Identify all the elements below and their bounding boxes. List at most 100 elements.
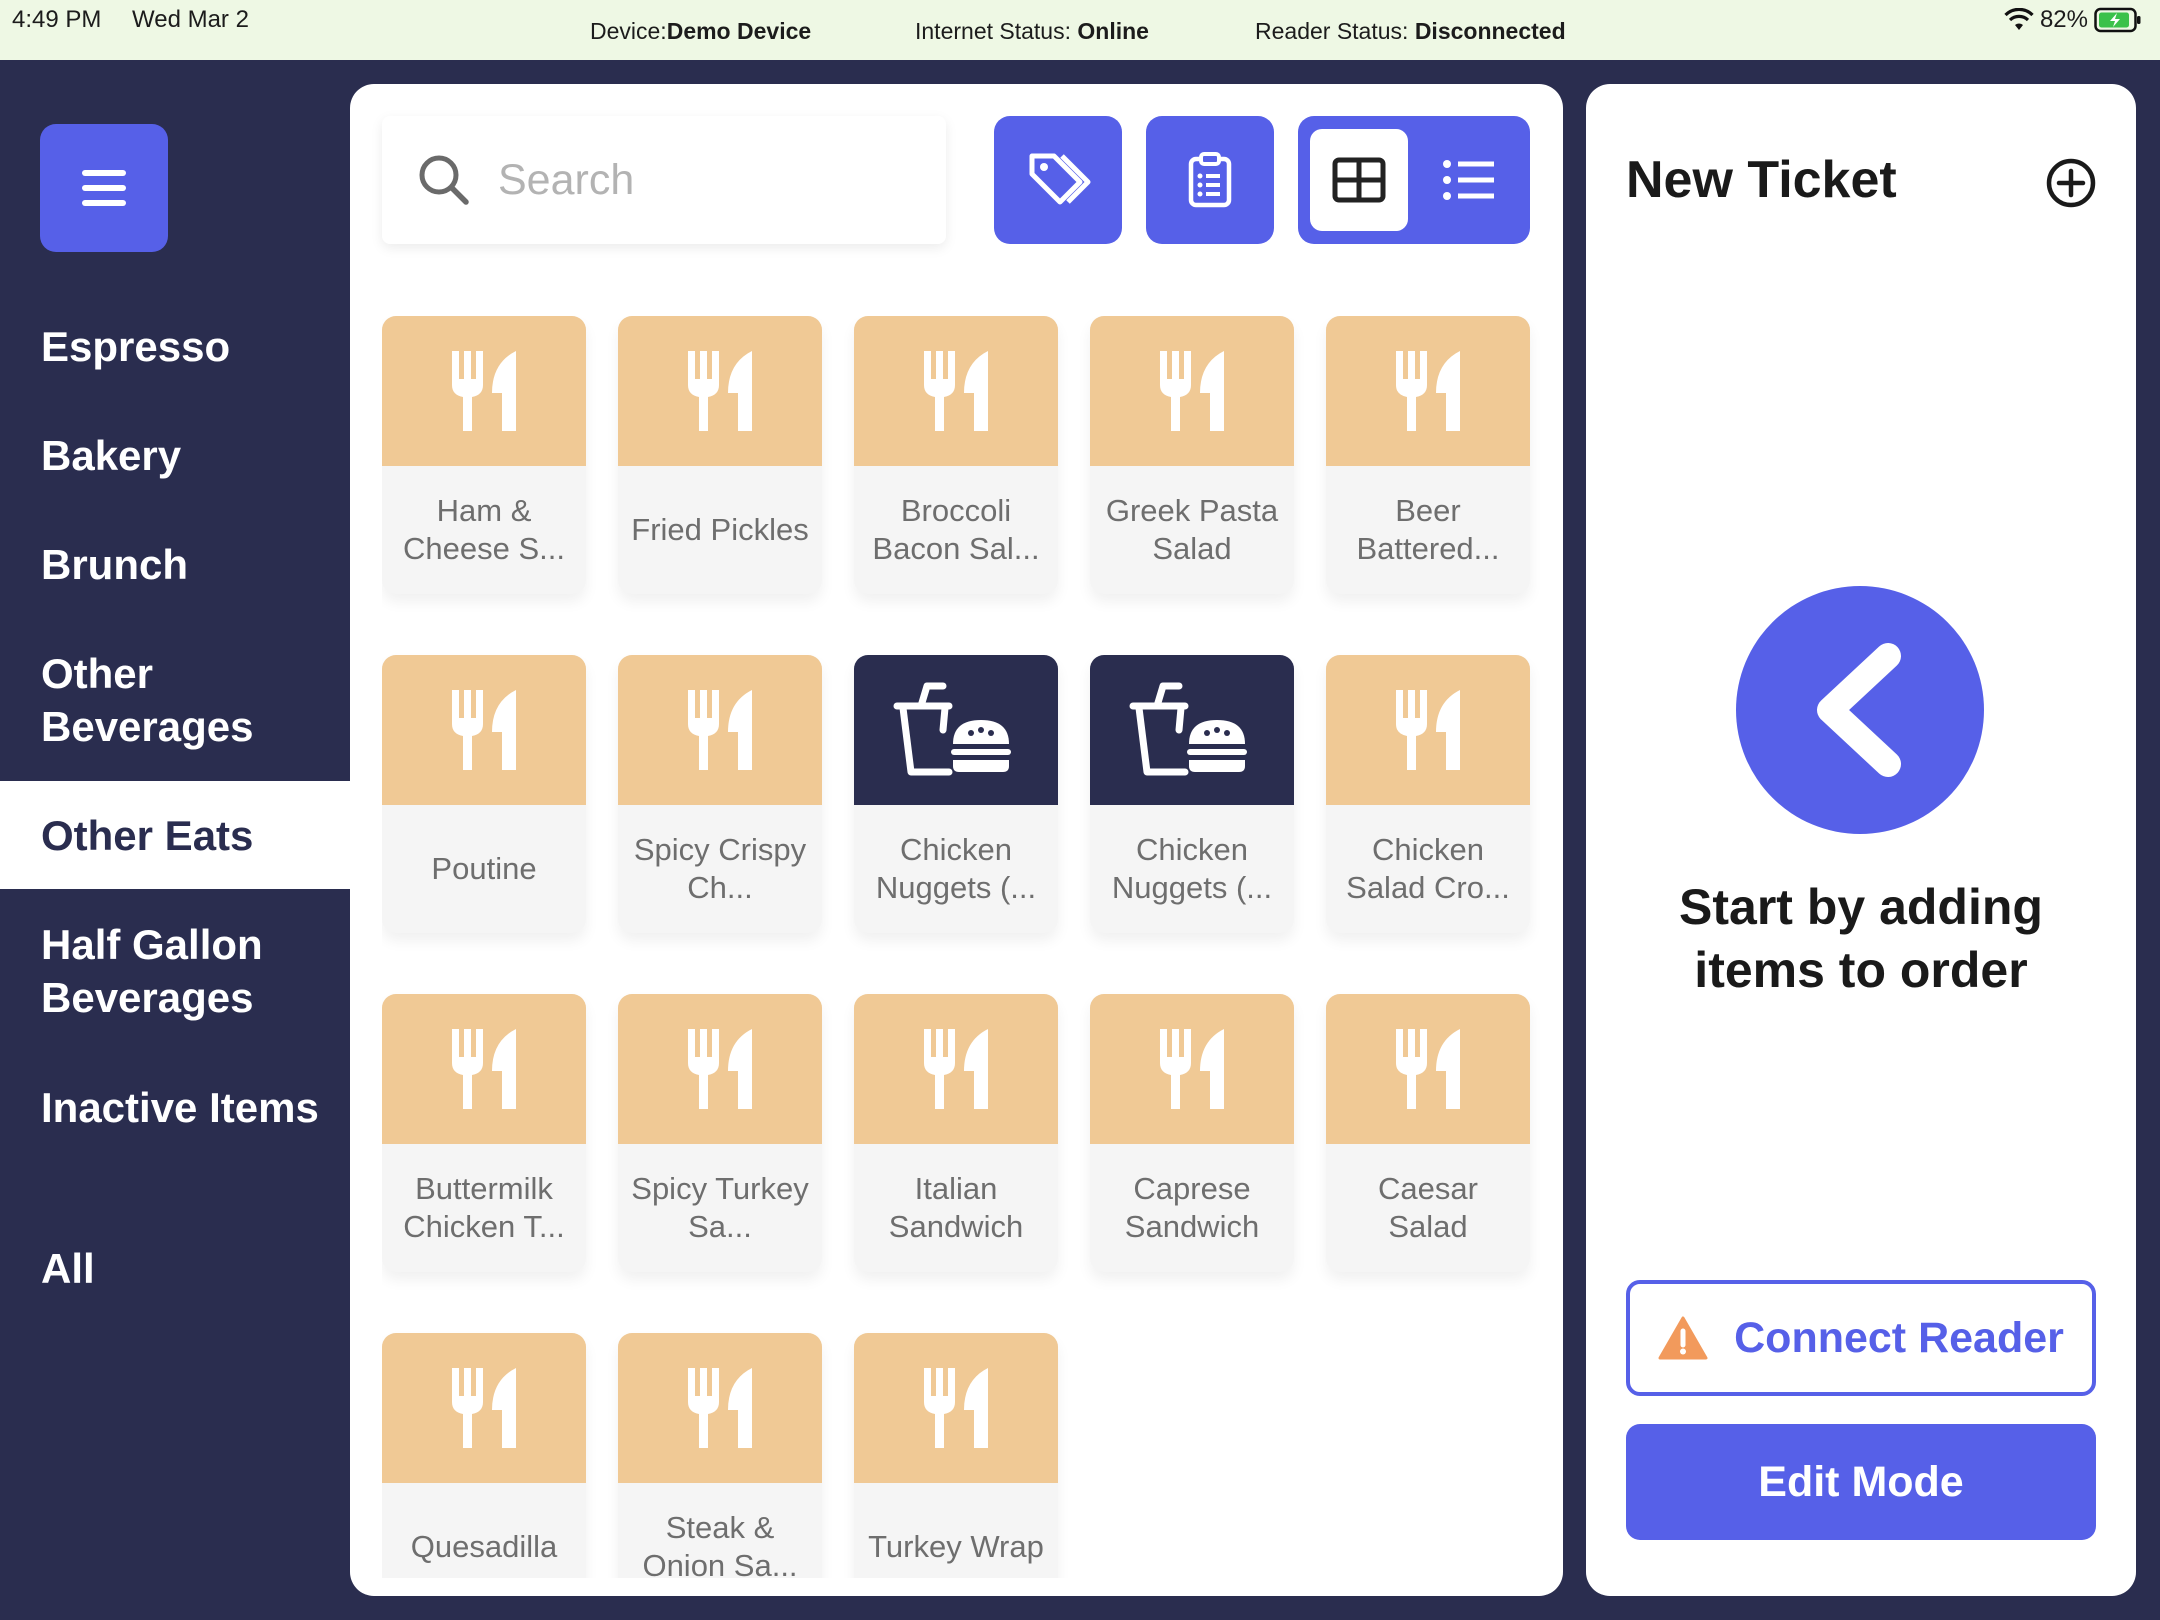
search-input[interactable] [498,155,938,205]
item-image [1326,316,1530,466]
view-toggle [1298,116,1530,244]
connect-reader-button[interactable]: Connect Reader [1626,1280,2096,1396]
utensils-icon [1396,690,1460,770]
item-image [1326,994,1530,1144]
item-name: Spicy Turkey Sa... [631,1171,809,1244]
reader-status-value: Disconnected [1414,18,1566,44]
utensils-icon [1396,1029,1460,1109]
orders-clipboard-button[interactable] [1146,116,1274,244]
empty-ticket-graphic [1736,586,1984,834]
utensils-icon [1160,351,1224,431]
item-card[interactable]: Fried Pickles [618,316,822,594]
item-card[interactable]: Poutine [382,655,586,933]
item-name: Poutine [431,851,537,886]
utensils-icon [688,1029,752,1109]
list-view-icon [1443,160,1494,200]
clipboard-icon [1188,152,1232,208]
utensils-icon [924,351,988,431]
add-ticket-icon[interactable] [2044,156,2098,210]
item-name: Chicken Salad Cro... [1346,832,1510,905]
item-image [618,1333,822,1483]
item-card[interactable]: Spicy Crispy Ch... [618,655,822,933]
item-image [854,316,1058,466]
item-image [618,316,822,466]
item-name: Italian Sandwich [888,1171,1024,1244]
sidebar-item-espresso[interactable]: Espresso [0,320,350,373]
sidebar-item-other-eats[interactable]: Other Eats [0,781,350,889]
wifi-icon [2004,8,2034,30]
warning-icon [1658,1316,1708,1360]
item-card[interactable]: Turkey Wrap [854,1333,1058,1578]
utensils-icon [924,1029,988,1109]
item-card[interactable]: Buttermilk Chicken T... [382,994,586,1272]
grid-view-icon [1332,157,1386,203]
device-status-label: Device: [590,18,667,44]
utensils-icon [688,351,752,431]
discount-tag-button[interactable] [994,116,1122,244]
ticket-panel: New Ticket Start by adding items to orde… [1586,84,2136,1596]
item-card[interactable]: Caesar Salad [1326,994,1530,1272]
item-image [1326,655,1530,805]
item-name: Greek Pasta Salad [1105,493,1279,566]
item-card[interactable]: Chicken Nuggets (... [1090,655,1294,933]
battery-percent: 82% [2039,6,2088,33]
item-card[interactable]: Quesadilla [382,1333,586,1578]
items-panel: Ham & Cheese S... Fried Pickles Broccoli B… [350,84,1563,1596]
items-grid: Ham & Cheese S... Fried Pickles Broccoli B… [382,316,1552,1578]
item-image [1090,655,1294,805]
internet-status: Internet Status: Online [915,18,1149,45]
grid-view-button[interactable] [1310,129,1408,231]
device-status: Device:Demo Device [590,18,811,45]
item-card[interactable]: Chicken Nuggets (... [854,655,1058,933]
item-name: Caesar Salad [1378,1171,1478,1244]
item-image [854,1333,1058,1483]
item-name: Buttermilk Chicken T... [403,1171,565,1244]
sidebar-item-inactive-items[interactable]: Inactive Items [0,1081,350,1134]
item-card[interactable]: Italian Sandwich [854,994,1058,1272]
search-box[interactable] [382,116,946,244]
utensils-icon [688,1368,752,1448]
item-image [382,316,586,466]
connect-reader-label: Connect Reader [1734,1313,2064,1362]
tag-icon [1029,153,1091,205]
internet-status-value: Online [1077,18,1149,44]
item-card[interactable]: Greek Pasta Salad [1090,316,1294,594]
status-right: 82% [2004,6,2142,34]
item-image [382,655,586,805]
status-bar: 4:49 PM Wed Mar 2 Device:Demo Device Int… [0,0,2160,60]
utensils-icon [1396,351,1460,431]
item-name: Ham & Cheese S... [403,493,565,566]
internet-status-label: Internet Status: [915,18,1078,44]
utensils-icon [688,690,752,770]
item-card[interactable]: Caprese Sandwich [1090,994,1294,1272]
empty-ticket-message: Start by adding items to order [1679,879,2043,998]
sidebar-item-bakery[interactable]: Bakery [0,429,350,482]
item-card[interactable]: Beer Battered... [1326,316,1530,594]
item-name: Beer Battered... [1356,493,1500,566]
item-name: Chicken Nuggets (... [875,832,1037,905]
item-name: Chicken Nuggets (... [1111,832,1273,905]
sidebar-item-all[interactable]: All [0,1242,350,1295]
utensils-icon [1160,1029,1224,1109]
hamburger-icon-line [82,170,126,176]
sidebar-item-half-gallon-beverages[interactable]: Half Gallon Beverages [0,918,350,1024]
item-card[interactable]: Chicken Salad Cro... [1326,655,1530,933]
clock-time: 4:49 PM [12,6,102,33]
item-card[interactable]: Broccoli Bacon Sal... [854,316,1058,594]
sidebar-item-brunch[interactable]: Brunch [0,538,350,591]
edit-mode-button[interactable]: Edit Mode [1626,1424,2096,1540]
list-view-button[interactable] [1420,129,1518,231]
battery-icon [2094,7,2141,33]
item-card[interactable]: Ham & Cheese S... [382,316,586,594]
item-card[interactable]: Spicy Turkey Sa... [618,994,822,1272]
item-image [854,655,1058,805]
search-icon [419,155,469,205]
item-card[interactable]: Steak & Onion Sa... [618,1333,822,1578]
item-name: Broccoli Bacon Sal... [872,493,1040,566]
reader-status: Reader Status: Disconnected [1255,18,1566,45]
utensils-icon [452,1029,516,1109]
item-image [618,994,822,1144]
sidebar-item-other-beverages[interactable]: Other Beverages [0,647,350,753]
menu-button[interactable] [40,124,168,252]
fast-food-icon [893,682,1011,776]
